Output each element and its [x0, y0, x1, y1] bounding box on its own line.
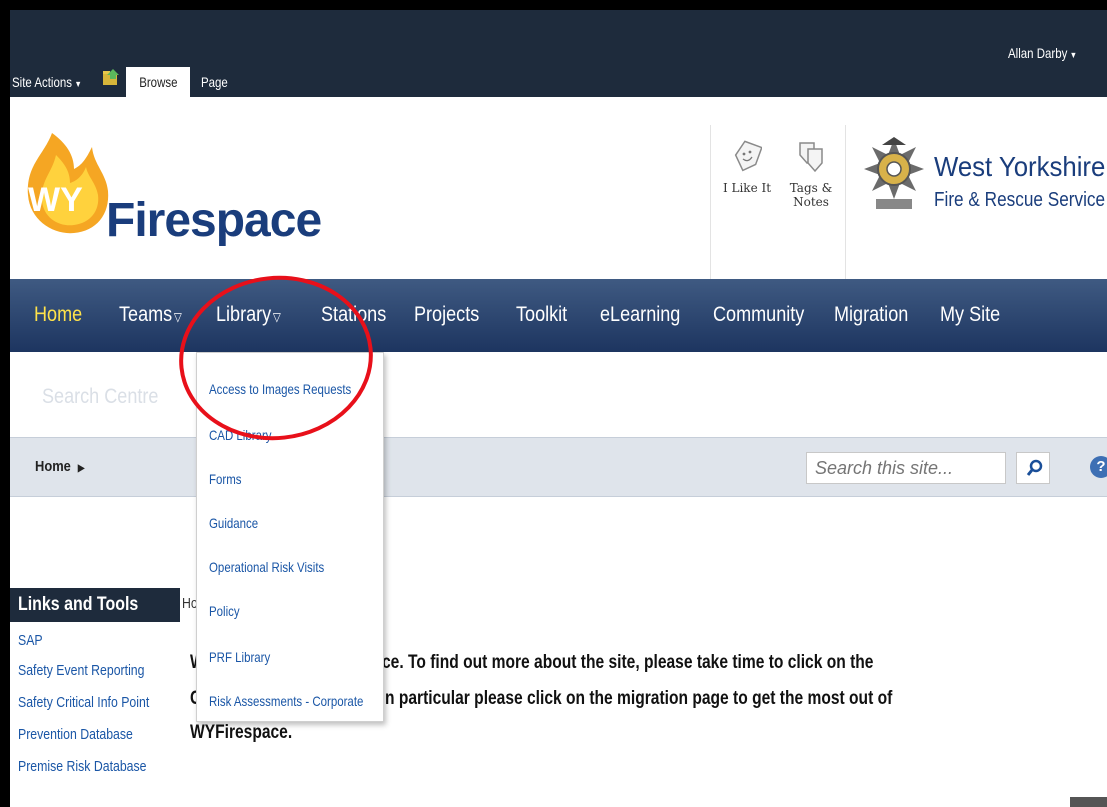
logo-badge-text: WY	[28, 181, 83, 219]
nav-my-site[interactable]: My Site	[940, 303, 1000, 327]
welcome-text-line-3: WYFirespace.	[190, 722, 293, 743]
menu-item-access-to-images-requests[interactable]: Access to Images Requests	[209, 381, 351, 397]
search-centre-link[interactable]: Search Centre	[42, 385, 158, 409]
org-name-line2: Fire & Rescue Service	[934, 189, 1106, 211]
flame-logo-icon: WY	[27, 133, 109, 234]
menu-item-cad-library[interactable]: CAD Library	[209, 427, 272, 443]
menu-item-prf-library[interactable]: PRF Library	[209, 649, 270, 665]
help-icon[interactable]: ?	[1090, 456, 1107, 478]
tab-page[interactable]: Page	[201, 74, 228, 90]
social-buttons: I Like It Tags & Notes	[710, 125, 846, 281]
menu-item-forms[interactable]: Forms	[209, 471, 242, 487]
menu-item-risk-assessments-corporate[interactable]: Risk Assessments - Corporate	[209, 693, 363, 709]
welcome-text-line-2: n particular please click on the migrati…	[385, 688, 893, 709]
nav-toolkit[interactable]: Toolkit	[516, 303, 567, 327]
nav-migration[interactable]: Migration	[834, 303, 908, 327]
org-name-line1: West Yorkshire	[934, 151, 1106, 182]
fire-service-crest-icon	[864, 137, 924, 209]
tab-browse-label: Browse	[138, 74, 178, 90]
ribbon-bar: Site Actions ▼ Browse Page Allan Darby ▼	[10, 10, 1107, 97]
links-and-tools-label: Links and Tools	[18, 594, 139, 615]
search-button[interactable]	[1016, 452, 1050, 484]
tags-label-line1: Tags &	[789, 181, 833, 195]
chevron-down-icon: ▼	[1069, 50, 1078, 60]
menu-item-operational-risk-visits[interactable]: Operational Risk Visits	[209, 559, 324, 575]
tab-browse[interactable]: Browse	[126, 67, 190, 97]
search-icon	[1026, 459, 1043, 476]
chevron-down-icon: ▼	[74, 79, 82, 89]
tags-notes-button[interactable]: Tags & Notes	[781, 139, 841, 209]
nav-stations[interactable]: Stations	[321, 303, 386, 327]
menu-item-policy[interactable]: Policy	[209, 603, 240, 619]
breadcrumb-home[interactable]: Home ▶	[35, 458, 85, 475]
site-actions-menu[interactable]: Site Actions ▼	[12, 74, 82, 90]
left-link-premise-risk-database[interactable]: Premise Risk Database	[18, 758, 147, 775]
left-link-safety-event-reporting[interactable]: Safety Event Reporting	[18, 662, 144, 679]
nav-projects[interactable]: Projects	[414, 303, 479, 327]
site-logo[interactable]: WY Firespace	[22, 125, 322, 247]
corner-image-fragment	[1070, 797, 1107, 807]
nav-library[interactable]: Library ▽	[216, 303, 281, 327]
nav-home[interactable]: Home	[34, 303, 82, 327]
nav-elearning[interactable]: eLearning	[600, 303, 680, 327]
dropdown-triangle-icon: ▽	[173, 310, 182, 324]
site-actions-label: Site Actions	[12, 74, 72, 90]
welcome-text-line-1: ce. To find out more about the site, ple…	[382, 652, 874, 673]
nav-teams[interactable]: Teams ▽	[119, 303, 182, 327]
site-search-input[interactable]	[806, 452, 1006, 484]
menu-item-guidance[interactable]: Guidance	[209, 515, 258, 531]
left-link-safety-critical-info-point[interactable]: Safety Critical Info Point	[18, 694, 149, 711]
nav-teams-label: Teams	[119, 303, 173, 326]
nav-community[interactable]: Community	[713, 303, 804, 327]
dropdown-triangle-icon: ▽	[272, 310, 281, 324]
browser-page: Site Actions ▼ Browse Page Allan Darby ▼ W…	[10, 10, 1107, 807]
left-link-sap[interactable]: SAP	[18, 632, 43, 649]
chevron-right-icon: ▶	[77, 463, 85, 474]
tags-label-line2: Notes	[793, 195, 829, 209]
breadcrumb-home-label: Home	[35, 458, 71, 475]
like-label: I Like It	[722, 181, 772, 195]
links-and-tools-heading: Links and Tools	[10, 588, 180, 622]
tag-note-icon	[799, 142, 823, 173]
top-navigation: Home Teams ▽ Library ▽ Stations Projects T…	[10, 279, 1107, 352]
library-dropdown-menu: Access to Images Requests CAD Library Fo…	[196, 352, 384, 722]
breadcrumb-bar: Home ▶ ?	[10, 437, 1107, 497]
site-header: WY Firespace I Like It Tags & Notes West…	[10, 97, 1107, 281]
user-name: Allan Darby	[1008, 45, 1068, 61]
left-link-prevention-database[interactable]: Prevention Database	[18, 726, 133, 743]
nav-library-label: Library	[216, 303, 272, 326]
like-tag-icon	[734, 140, 762, 172]
site-logo-text: Firespace	[106, 194, 322, 247]
like-button[interactable]: I Like It	[717, 139, 777, 195]
user-menu[interactable]: Allan Darby ▼	[1008, 45, 1077, 61]
navigate-up-icon[interactable]	[102, 68, 120, 86]
